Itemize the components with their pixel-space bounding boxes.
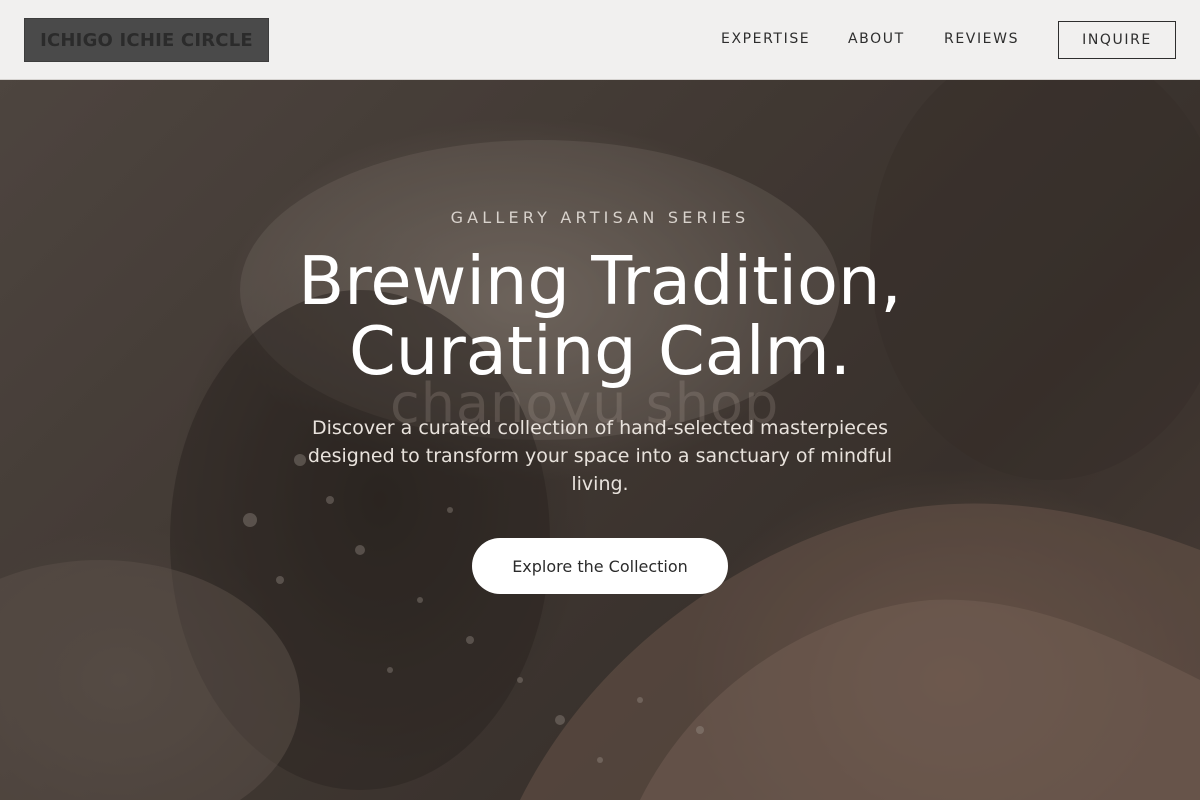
hero-section: chanoyu shop GALLERY ARTISAN SERIES Brew…	[0, 80, 1200, 800]
nav-link-expertise[interactable]: EXPERTISE	[721, 31, 810, 47]
site-logo[interactable]: ICHIGO ICHIE CIRCLE	[24, 18, 269, 62]
site-header: ICHIGO ICHIE CIRCLE EXPERTISE ABOUT REVI…	[0, 0, 1200, 80]
explore-collection-button[interactable]: Explore the Collection	[472, 538, 728, 594]
hero-description: Discover a curated collection of hand-se…	[307, 417, 893, 495]
inquire-button[interactable]: INQUIRE	[1058, 21, 1176, 59]
nav-link-about[interactable]: ABOUT	[848, 31, 905, 47]
hero-headline-line1: Brewing Tradition,	[298, 242, 902, 320]
hero-headline-line2: Curating Calm.	[348, 312, 852, 390]
hero-eyebrow: GALLERY ARTISAN SERIES	[450, 208, 750, 227]
nav-link-reviews[interactable]: REVIEWS	[944, 31, 1019, 47]
hero-headline: Brewing Tradition, Curating Calm.	[250, 246, 950, 386]
